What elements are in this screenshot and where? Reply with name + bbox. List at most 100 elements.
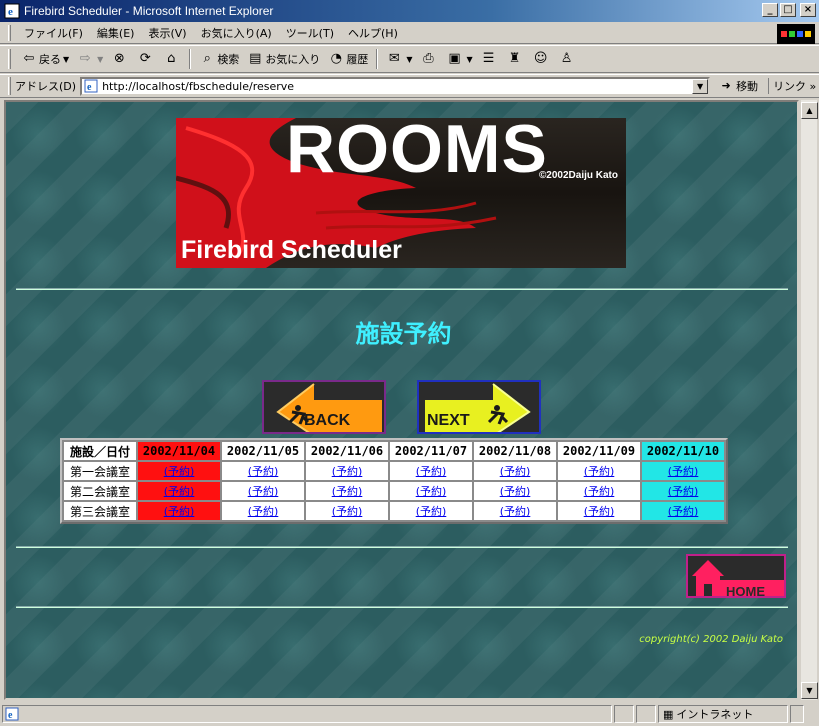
edit-button[interactable]: ▣ ▼ [442, 51, 476, 67]
reserve-cell: (予約) [642, 502, 724, 520]
reserve-cell: (予約) [558, 482, 640, 500]
scroll-up-icon[interactable]: ▲ [801, 102, 818, 119]
search-icon: ⌕ [203, 51, 211, 66]
favorites-label: お気に入り [265, 53, 321, 66]
reserve-cell: (予約) [642, 482, 724, 500]
reserve-link[interactable]: (予約) [584, 485, 615, 498]
toolbar-grip[interactable] [8, 49, 11, 69]
reserve-link[interactable]: (予約) [164, 485, 195, 498]
edit-dropdown-icon[interactable]: ▼ [466, 55, 472, 64]
reserve-link[interactable]: (予約) [332, 505, 363, 518]
back-nav-label: 戻る [39, 53, 61, 66]
go-button[interactable]: ➜ 移動 [718, 78, 758, 94]
reserve-link[interactable]: (予約) [668, 505, 699, 518]
reserve-cell: (予約) [390, 502, 472, 520]
reserve-link[interactable]: (予約) [416, 505, 447, 518]
home-label: HOME [726, 584, 765, 598]
reserve-link[interactable]: (予約) [584, 505, 615, 518]
reserve-link[interactable]: (予約) [416, 485, 447, 498]
house-icon: HOME [688, 556, 784, 598]
address-dropdown-icon[interactable]: ▼ [692, 78, 709, 94]
history-button[interactable]: ◔ 履歴 [324, 51, 372, 67]
reserve-link[interactable]: (予約) [500, 465, 531, 478]
back-arrow-icon: ⇦ [23, 51, 35, 66]
print-button[interactable]: ⎙ [416, 51, 442, 67]
research-icon: ♜ [508, 51, 521, 66]
scroll-down-icon[interactable]: ▼ [801, 682, 818, 699]
reserve-link[interactable]: (予約) [500, 505, 531, 518]
mail-button[interactable]: ✉ ▼ [382, 51, 416, 67]
page-viewport[interactable]: ROOMS ©2002Daiju Kato Firebird Scheduler… [4, 100, 799, 700]
minimize-button[interactable]: _ [762, 3, 778, 17]
home-button[interactable]: HOME [686, 554, 786, 598]
table-row: 第三会議室 (予約) (予約) (予約) (予約) (予約) (予約) (予約) [64, 502, 724, 520]
back-dropdown-icon[interactable]: ▼ [63, 55, 69, 64]
reserve-link[interactable]: (予約) [500, 485, 531, 498]
reserve-link[interactable]: (予約) [248, 465, 279, 478]
footer-copyright: copyright(c) 2002 Daiju Kato [639, 634, 783, 645]
forward-nav-button[interactable]: ⇨ ▼ [73, 51, 107, 67]
reserve-link[interactable]: (予約) [248, 505, 279, 518]
reserve-link[interactable]: (予約) [332, 465, 363, 478]
reserve-link[interactable]: (予約) [416, 465, 447, 478]
back-arrow-icon: BACK [264, 382, 384, 432]
reserve-cell: (予約) [222, 462, 304, 480]
room-name: 第三会議室 [64, 502, 136, 520]
maximize-button[interactable]: □ [780, 3, 796, 17]
date-header: 2002/11/06 [306, 442, 388, 460]
reserve-link[interactable]: (予約) [248, 485, 279, 498]
research-button[interactable]: ♜ [503, 51, 529, 67]
address-bar: アドレス(D) e http://localhost/fbschedule/re… [0, 74, 819, 98]
menu-tools[interactable]: ツール(T) [279, 25, 341, 41]
search-label: 検索 [217, 53, 240, 66]
reserve-cell: (予約) [306, 482, 388, 500]
date-header: 2002/11/05 [222, 442, 304, 460]
reserve-link[interactable]: (予約) [164, 465, 195, 478]
mail-dropdown-icon[interactable]: ▼ [406, 55, 412, 64]
print-icon: ⎙ [423, 51, 434, 66]
back-label: BACK [304, 412, 351, 429]
reserve-cell: (予約) [222, 482, 304, 500]
search-button[interactable]: ⌕ 検索 [195, 51, 243, 67]
next-week-button[interactable]: NEXT [417, 380, 541, 434]
reserve-link[interactable]: (予約) [668, 465, 699, 478]
forward-dropdown-icon[interactable]: ▼ [97, 55, 103, 64]
resize-grip-icon[interactable] [790, 705, 804, 723]
menu-view[interactable]: 表示(V) [141, 25, 193, 41]
menu-edit[interactable]: 編集(E) [90, 25, 142, 41]
reserve-cell: (予約) [138, 502, 220, 520]
standard-toolbar: ⇦ 戻る ▼ ⇨ ▼ ⊗ ⟳ ⌂ ⌕ 検索 ▤ お気に入り ◔ 履歴 ✉ ▼ ⎙ … [0, 45, 819, 73]
status-bar: e ▦ イントラネット [0, 702, 819, 726]
reserve-link[interactable]: (予約) [332, 485, 363, 498]
reserve-cell: (予約) [558, 462, 640, 480]
reserve-link[interactable]: (予約) [164, 505, 195, 518]
menubar-grip[interactable] [8, 24, 11, 41]
home-nav-button[interactable]: ⌂ [159, 51, 185, 67]
discuss-button[interactable]: ☰ [477, 51, 503, 67]
reserve-link[interactable]: (予約) [668, 485, 699, 498]
reserve-cell: (予約) [222, 502, 304, 520]
date-header: 2002/11/10 [642, 442, 724, 460]
contact-button[interactable]: ♙ [555, 51, 581, 67]
menu-help[interactable]: ヘルプ(H) [341, 25, 405, 41]
vertical-scrollbar[interactable]: ▲ ▼ [800, 100, 818, 700]
favorites-button[interactable]: ▤ お気に入り [243, 51, 324, 67]
close-button[interactable]: × [800, 3, 816, 17]
page-status-icon: e [5, 707, 19, 721]
addressbar-grip[interactable] [8, 77, 11, 95]
table-header-row: 施設／日付 2002/11/04 2002/11/05 2002/11/06 2… [64, 442, 724, 460]
menu-file[interactable]: ファイル(F) [17, 25, 90, 41]
address-input[interactable]: e http://localhost/fbschedule/reserve ▼ [80, 76, 711, 96]
menu-favorites[interactable]: お気に入り(A) [194, 25, 279, 41]
go-label: 移動 [736, 80, 759, 93]
reserve-cell: (予約) [558, 502, 640, 520]
refresh-button[interactable]: ⟳ [133, 51, 159, 67]
back-nav-button[interactable]: ⇦ 戻る ▼ [17, 51, 73, 67]
back-week-button[interactable]: BACK [262, 380, 386, 434]
messenger-button[interactable]: ☺ [529, 51, 555, 67]
contact-icon: ♙ [560, 51, 573, 66]
stop-button[interactable]: ⊗ [107, 51, 133, 67]
corner-header: 施設／日付 [64, 442, 136, 460]
links-button[interactable]: リンク » [768, 78, 816, 94]
reserve-link[interactable]: (予約) [584, 465, 615, 478]
